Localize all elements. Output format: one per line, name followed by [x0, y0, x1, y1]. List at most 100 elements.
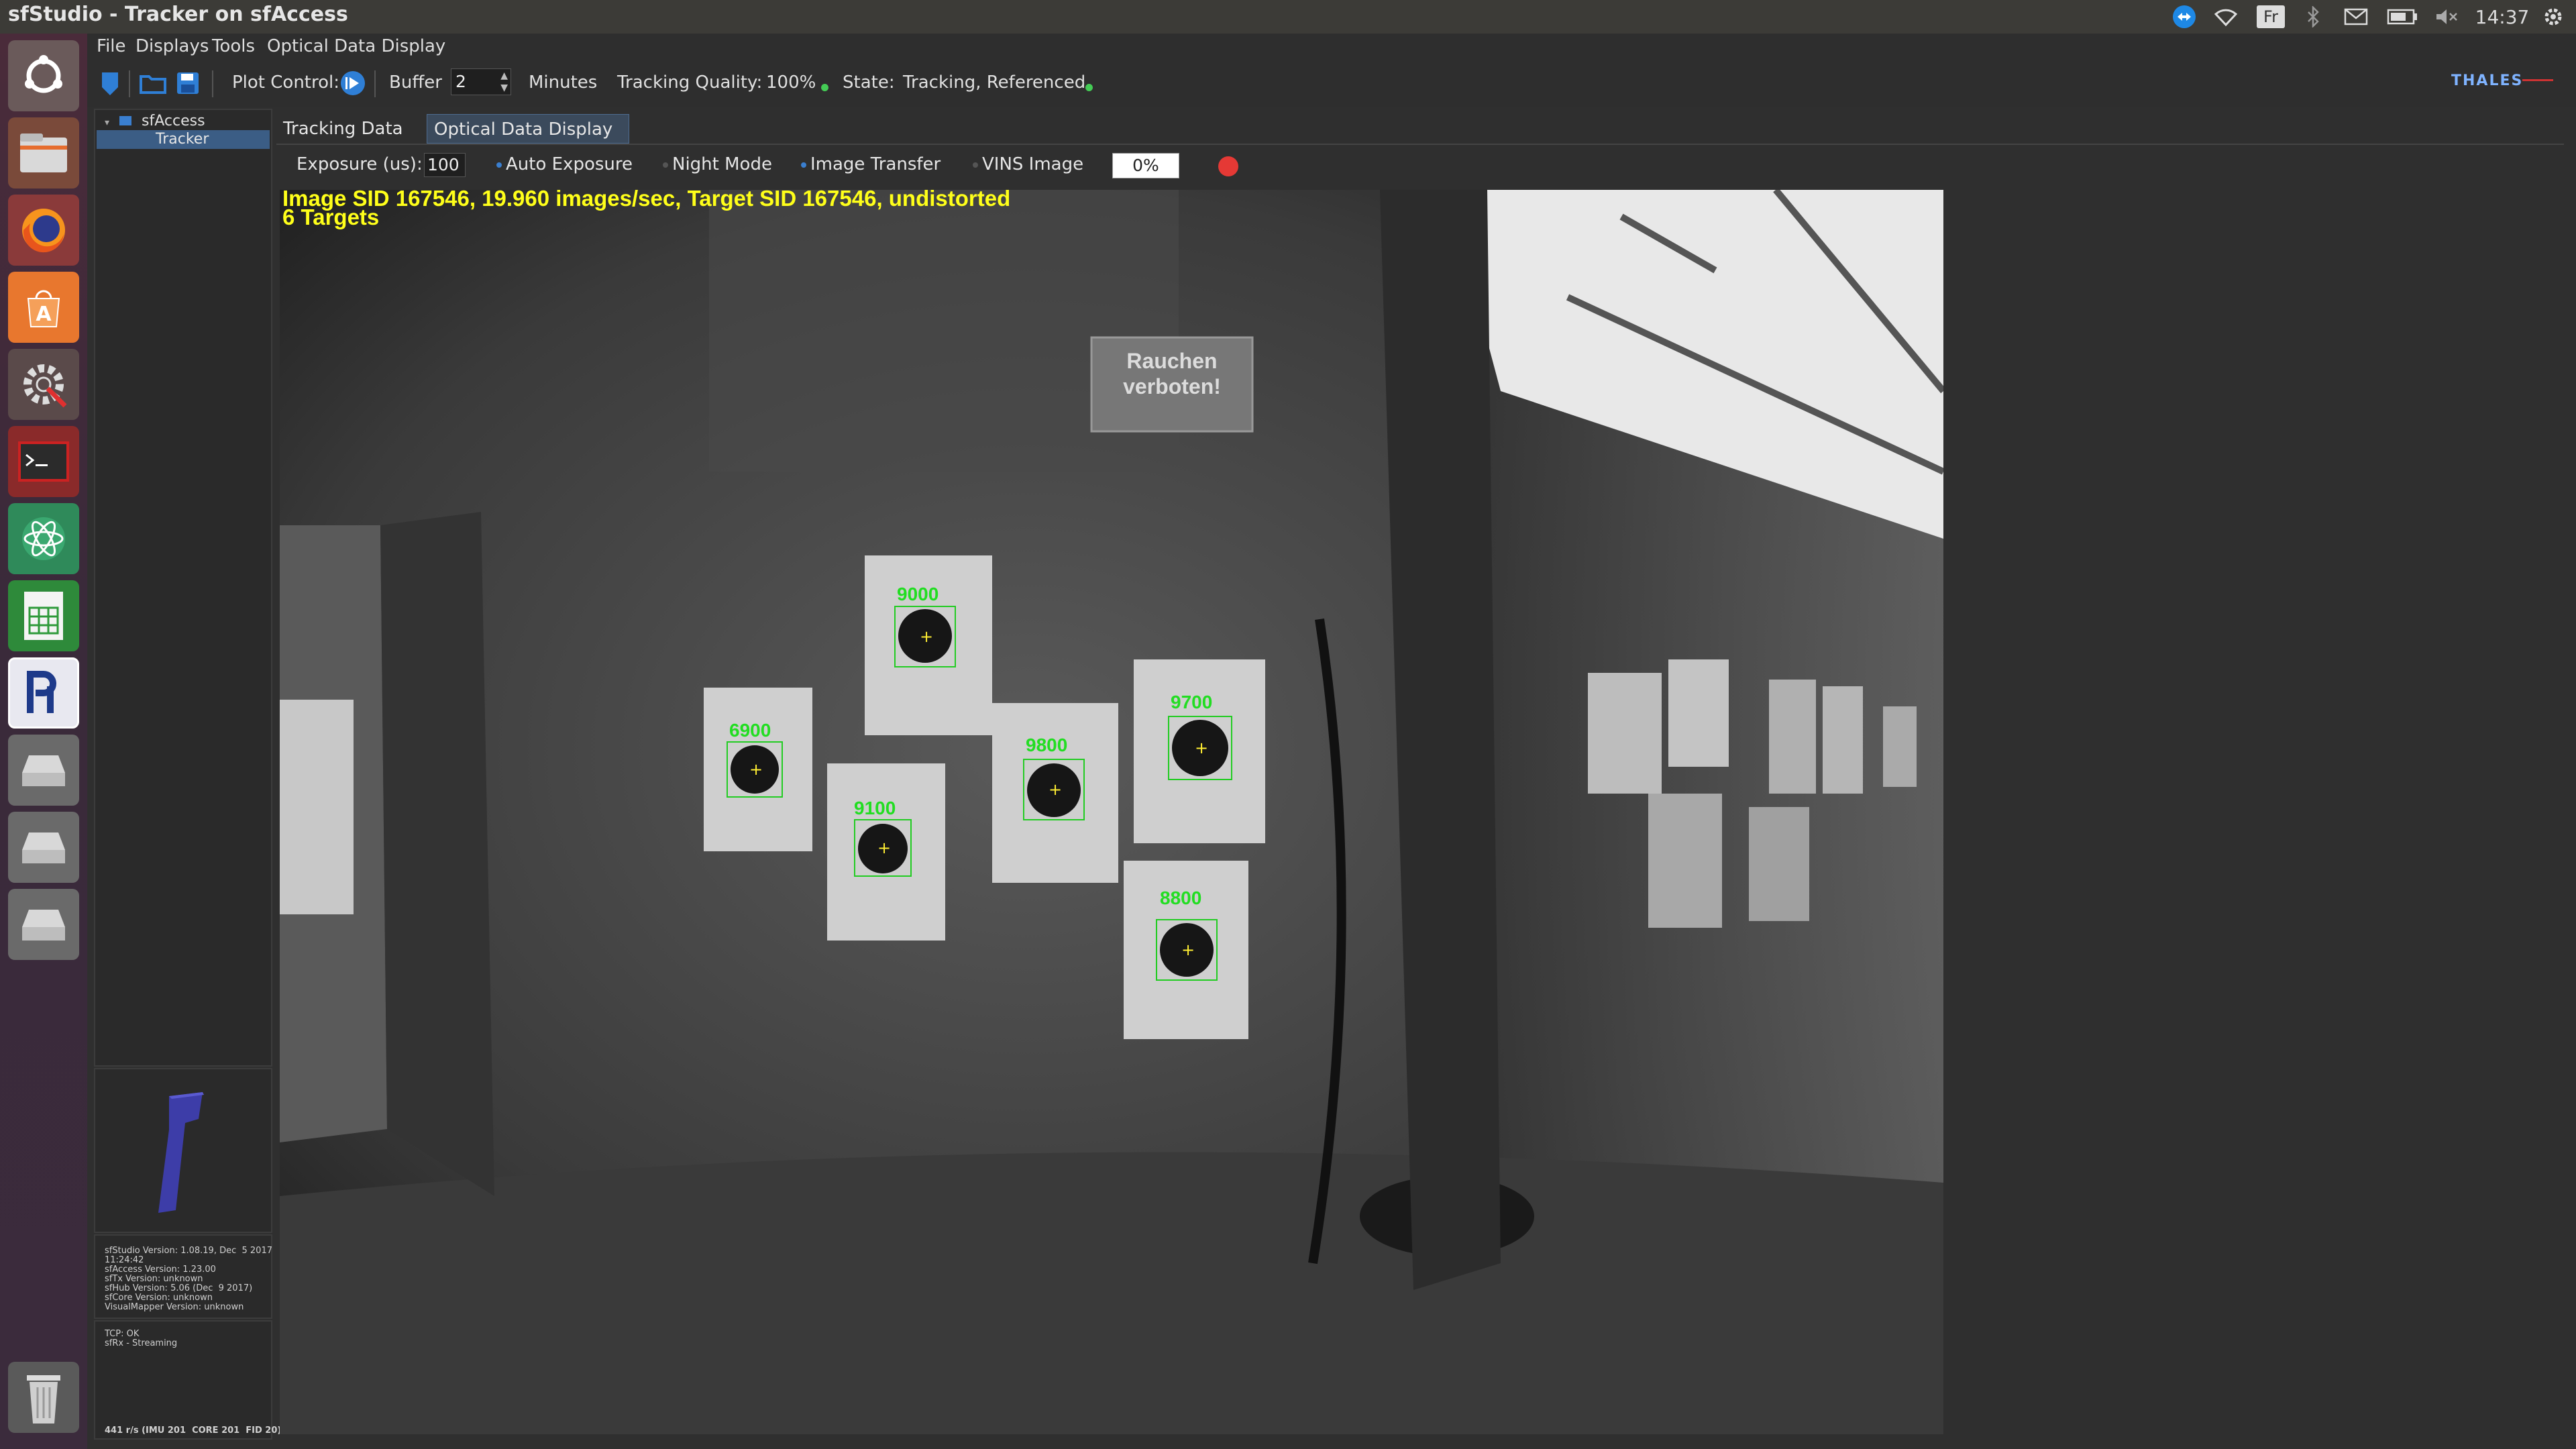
- volume-muted-icon[interactable]: [2432, 4, 2461, 30]
- firefox-icon[interactable]: [8, 195, 79, 266]
- target-id-label: 6900: [729, 720, 771, 741]
- night-mode-radio[interactable]: Night Mode: [663, 154, 772, 174]
- keyboard-layout-indicator[interactable]: Fr: [2257, 5, 2285, 28]
- target-id-label: 9100: [854, 798, 896, 818]
- rate-footer: 441 r/s (IMU 201 CORE 201 FID 20): [105, 1426, 282, 1436]
- crosshair-icon: +: [1195, 739, 1209, 757]
- target-box[interactable]: +: [1168, 716, 1232, 780]
- tab-optical-data-display[interactable]: Optical Data Display ✕: [427, 114, 629, 168]
- crosshair-icon: +: [1181, 941, 1195, 959]
- image-transfer-label: Image Transfer: [810, 154, 941, 174]
- display-background: [1943, 190, 2564, 1434]
- spreadsheet-icon[interactable]: [8, 580, 79, 651]
- state-label: State:: [843, 72, 895, 93]
- bluetooth-icon[interactable]: [2301, 4, 2325, 30]
- atom-icon[interactable]: [8, 503, 79, 574]
- target-box[interactable]: +: [727, 741, 783, 798]
- vins-image-label: VINS Image: [982, 154, 1084, 174]
- menu-tools[interactable]: Tools: [212, 36, 255, 56]
- tree-panel: ▾ sfAccess Tracker: [94, 109, 272, 1067]
- targets-count-overlay: 6 Targets: [282, 205, 380, 229]
- tree-root-label: sfAccess: [142, 113, 205, 129]
- ubuntu-logo-icon[interactable]: [8, 40, 79, 111]
- trash-icon[interactable]: [8, 1362, 79, 1433]
- toolbar: Plot Control: Buffer 2 ▲ ▼ Minutes Track…: [87, 60, 2576, 107]
- image-info-overlay: Image SID 167546, 19.960 images/sec, Tar…: [282, 190, 1011, 211]
- tree-item-tracker[interactable]: Tracker: [97, 130, 270, 149]
- version-info-text: sfStudio Version: 1.08.19, Dec 5 2017 11…: [105, 1246, 272, 1312]
- settings-icon[interactable]: [8, 349, 79, 420]
- no-smoking-sign: Rauchen verboten!: [1123, 349, 1221, 398]
- system-top-bar: sfStudio - Tracker on sfAccess Fr 14:37: [0, 0, 2576, 34]
- device-icon: [119, 116, 132, 125]
- gear-icon[interactable]: [2540, 4, 2567, 30]
- teamviewer-icon[interactable]: [2171, 4, 2198, 30]
- target-box[interactable]: +: [1023, 759, 1085, 820]
- tab-label: Optical Data Display: [434, 119, 613, 140]
- menu-file[interactable]: File: [97, 36, 126, 56]
- night-mode-label: Night Mode: [672, 154, 772, 174]
- progress-indicator: 0%: [1112, 153, 1179, 178]
- exposure-label: Exposure (us):: [297, 154, 423, 174]
- camera-image-view[interactable]: Rauchen verboten! + + + + + + 9000 6900 …: [280, 190, 1943, 1434]
- tree-root-row[interactable]: ▾ sfAccess: [105, 113, 205, 129]
- target-box[interactable]: +: [894, 606, 956, 667]
- vins-image-radio[interactable]: VINS Image: [973, 154, 1083, 174]
- target-id-label: 8800: [1160, 888, 1202, 908]
- clock[interactable]: 14:37: [2475, 4, 2530, 30]
- terminal-icon[interactable]: [8, 426, 79, 497]
- connection-status-text: TCP: OK sfRx - Streaming: [105, 1329, 178, 1348]
- window-title: sfStudio - Tracker on sfAccess: [8, 3, 348, 26]
- crosshair-icon: +: [877, 839, 892, 857]
- image-transfer-radio[interactable]: Image Transfer: [801, 154, 941, 174]
- crosshair-icon: +: [1049, 780, 1063, 799]
- open-folder-icon[interactable]: [138, 68, 168, 98]
- menu-optical-data-display[interactable]: Optical Data Display: [267, 36, 445, 56]
- auto-exposure-label: Auto Exposure: [506, 154, 633, 174]
- tab-label: Tracking Data: [283, 119, 403, 139]
- files-icon[interactable]: [8, 117, 79, 189]
- thales-logo-stripe: [2522, 79, 2553, 81]
- tab-tracking-data[interactable]: Tracking Data: [276, 114, 423, 144]
- tab-underline: [276, 144, 2564, 145]
- spin-up-icon[interactable]: ▲: [500, 70, 508, 81]
- menu-displays[interactable]: Displays: [136, 36, 209, 56]
- buffer-label: Buffer: [389, 72, 442, 93]
- collapse-arrow-icon[interactable]: ▾: [105, 117, 109, 128]
- toolbar-separator: [374, 70, 376, 97]
- target-id-label: 9000: [897, 584, 939, 604]
- save-icon[interactable]: [173, 68, 203, 98]
- state-value: Tracking, Referenced: [903, 72, 1086, 93]
- target-id-label: 9800: [1026, 735, 1068, 755]
- play-icon[interactable]: [339, 70, 366, 97]
- drive-icon[interactable]: [8, 735, 79, 806]
- target-box[interactable]: +: [854, 819, 912, 877]
- buffer-unit: Minutes: [529, 72, 598, 93]
- spin-down-icon[interactable]: ▼: [500, 83, 508, 93]
- orientation-preview: [94, 1068, 272, 1233]
- menu-bar: File Displays Tools Optical Data Display: [87, 34, 2576, 60]
- thales-logo: THALES: [2451, 72, 2524, 89]
- record-button[interactable]: [1218, 156, 1238, 176]
- plot-control-label: Plot Control:: [232, 72, 340, 93]
- target-box[interactable]: +: [1156, 919, 1218, 981]
- software-center-icon[interactable]: A: [8, 272, 79, 343]
- exposure-input[interactable]: 100: [424, 153, 466, 177]
- tree-item-label: Tracker: [156, 131, 209, 148]
- toolbar-separator: [129, 70, 130, 97]
- mail-icon[interactable]: [2341, 4, 2371, 30]
- crosshair-icon: +: [920, 627, 934, 646]
- version-info-panel: sfStudio Version: 1.08.19, Dec 5 2017 11…: [94, 1234, 272, 1319]
- drive-icon[interactable]: [8, 889, 79, 960]
- battery-icon[interactable]: [2385, 4, 2419, 30]
- sfstudio-icon[interactable]: [8, 657, 79, 729]
- auto-exposure-radio[interactable]: Auto Exposure: [496, 154, 633, 174]
- connect-icon[interactable]: [95, 68, 125, 98]
- wifi-icon[interactable]: [2211, 4, 2241, 30]
- drive-icon[interactable]: [8, 812, 79, 883]
- connection-status-panel: TCP: OK sfRx - Streaming 441 r/s (IMU 20…: [94, 1320, 281, 1440]
- quality-status-dot: [821, 80, 828, 93]
- buffer-spinbox[interactable]: 2 ▲ ▼: [451, 68, 511, 95]
- target-id-label: 9700: [1171, 692, 1213, 712]
- toolbar-separator: [212, 70, 213, 97]
